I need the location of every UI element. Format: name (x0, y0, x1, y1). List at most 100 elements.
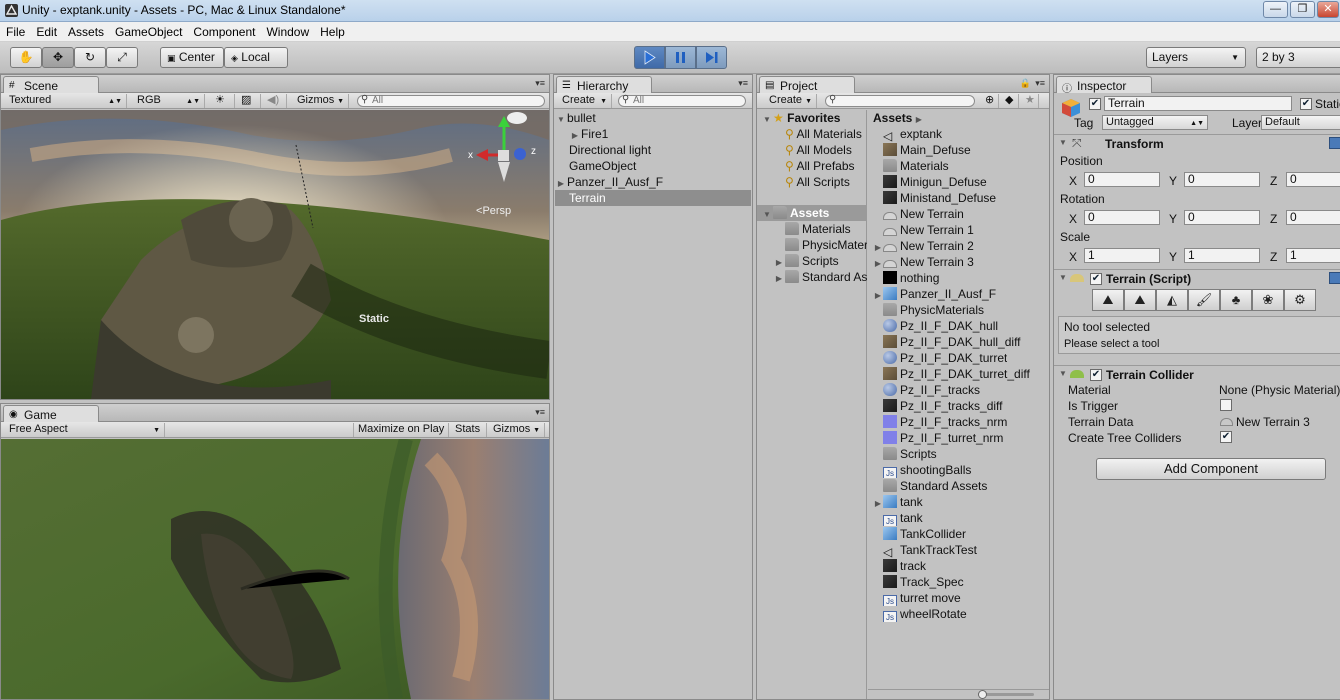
terrain-script-header[interactable]: ▼ ✔ Terrain (Script) (1054, 269, 1340, 287)
favorite-item[interactable]: ⚲ All Materials (785, 126, 867, 142)
stats-toggle[interactable]: Stats (451, 423, 487, 437)
terrain-data-value[interactable]: New Terrain 3 (1236, 415, 1310, 429)
layer-dropdown[interactable]: Default (1261, 115, 1340, 130)
layers-dropdown[interactable]: Layers ▼ (1146, 47, 1246, 68)
panel-menu-icon[interactable]: ▾≡ (738, 78, 748, 89)
menu-assets[interactable]: Assets (62, 22, 109, 39)
asset-item[interactable]: Track_Spec (873, 574, 964, 590)
lighting-toggle[interactable]: ☀ (211, 94, 235, 108)
hierarchy-item[interactable]: ▶ Fire1 (555, 126, 751, 142)
aspect-dropdown[interactable]: Free Aspect ▼ (5, 423, 165, 437)
asset-item[interactable]: Js shootingBalls (873, 462, 971, 478)
asset-item[interactable]: nothing (873, 270, 939, 286)
pause-button[interactable] (665, 46, 696, 69)
slider-thumb[interactable] (978, 690, 987, 699)
move-tool-button[interactable]: ✥ (42, 47, 74, 68)
maximize-on-play-toggle[interactable]: Maximize on Play (353, 423, 449, 437)
collapsed-triangle-icon[interactable]: ▶ (873, 240, 883, 254)
menu-file[interactable]: File (0, 22, 30, 39)
asset-item[interactable]: Pz_II_F_DAK_hull (873, 318, 998, 334)
place-trees-button[interactable]: ♣ (1220, 289, 1252, 311)
asset-item[interactable]: Js tank (873, 510, 923, 526)
asset-item[interactable]: ◁ TankTrackTest (873, 542, 977, 558)
add-component-button[interactable]: Add Component (1096, 458, 1326, 480)
expanded-triangle-icon[interactable]: ▼ (761, 207, 773, 221)
panel-menu-icon[interactable]: ▾≡ (535, 407, 545, 418)
scene-gizmos-dropdown[interactable]: Gizmos ▼ (293, 94, 349, 108)
asset-item[interactable]: Pz_II_F_tracks_nrm (873, 414, 1007, 430)
tag-dropdown[interactable]: Untagged ▲▼ (1102, 115, 1208, 130)
position-y-field[interactable]: 0 (1184, 172, 1260, 187)
tab-project[interactable]: ▤ Project (759, 76, 855, 93)
game-viewport[interactable] (1, 439, 549, 699)
asset-item[interactable]: ▶ Panzer_II_Ausf_F (873, 286, 996, 302)
rotation-z-field[interactable]: 0 (1286, 210, 1340, 225)
asset-item[interactable]: Materials (873, 158, 949, 174)
asset-item[interactable]: track (873, 558, 926, 574)
asset-item[interactable]: Scripts (873, 446, 937, 462)
image-toggle[interactable]: ▨ (237, 94, 261, 108)
rotate-tool-button[interactable]: ↻ (74, 47, 106, 68)
asset-item[interactable]: Standard Assets (873, 478, 987, 494)
hierarchy-item-selected[interactable]: Terrain (555, 190, 751, 206)
asset-item[interactable]: Js turret move (873, 590, 961, 606)
asset-item[interactable]: ◁ exptank (873, 126, 942, 142)
tab-hierarchy[interactable]: ☰ Hierarchy (556, 76, 652, 93)
audio-toggle[interactable]: ◀) (263, 94, 287, 108)
menu-help[interactable]: Help (314, 22, 350, 39)
menu-window[interactable]: Window (260, 22, 314, 39)
terrain-script-enabled-checkbox[interactable]: ✔ (1090, 273, 1102, 285)
asset-item[interactable]: PhysicMaterials (873, 302, 984, 318)
smooth-height-button[interactable]: ◭ (1156, 289, 1188, 311)
asset-item[interactable]: Pz_II_F_DAK_hull_diff (873, 334, 1021, 350)
position-z-field[interactable]: 0 (1286, 172, 1340, 187)
filter-label-button[interactable]: ◆ (1001, 94, 1019, 108)
hand-tool-button[interactable]: ✋ (10, 47, 42, 68)
tab-game[interactable]: ◉ Game (3, 405, 99, 422)
transform-header[interactable]: ▼ ⤧ Transform (1054, 134, 1340, 152)
help-book-icon[interactable] (1329, 272, 1340, 284)
project-create-dropdown[interactable]: Create ▼ (765, 94, 817, 108)
asset-item[interactable]: ▶ New Terrain 3 (873, 254, 974, 270)
expanded-triangle-icon[interactable]: ▼ (1057, 369, 1069, 378)
menu-gameobject[interactable]: GameObject (109, 22, 187, 39)
tree-folder[interactable]: ▶ Scripts (773, 253, 867, 269)
tab-scene[interactable]: # Scene (3, 76, 99, 93)
terrain-settings-button[interactable]: ⚙ (1284, 289, 1316, 311)
hierarchy-item[interactable]: Directional light (555, 142, 751, 158)
step-button[interactable] (696, 46, 727, 69)
tree-folder[interactable]: Materials (785, 221, 867, 237)
scene-search-input[interactable]: All (357, 95, 545, 107)
scale-tool-button[interactable]: ⤢ (106, 47, 138, 68)
assets-tree-root[interactable]: ▼ Assets (757, 205, 867, 221)
paint-height-button[interactable]: ⛰ (1124, 289, 1156, 311)
help-book-icon[interactable] (1329, 137, 1340, 149)
asset-item[interactable]: Pz_II_F_turret_nrm (873, 430, 1003, 446)
render-mode-dropdown[interactable]: Textured ▲▼ (5, 94, 127, 108)
maximize-button[interactable]: ❐ (1290, 1, 1315, 18)
favorite-item[interactable]: ⚲ All Models (785, 142, 867, 158)
asset-item[interactable]: TankCollider (873, 526, 966, 542)
collapsed-triangle-icon[interactable]: ▶ (873, 256, 883, 270)
filter-type-button[interactable]: ⊕ (981, 94, 999, 108)
minimize-button[interactable]: — (1263, 1, 1288, 18)
game-gizmos-dropdown[interactable]: Gizmos ▼ (489, 423, 545, 437)
menu-edit[interactable]: Edit (30, 22, 62, 39)
hierarchy-create-dropdown[interactable]: Create ▼ (558, 94, 612, 108)
static-checkbox[interactable]: ✔ (1300, 98, 1312, 110)
favorite-button[interactable]: ★ (1021, 94, 1039, 108)
scale-y-field[interactable]: 1 (1184, 248, 1260, 263)
asset-item[interactable]: Pz_II_F_DAK_turret (873, 350, 1007, 366)
expanded-triangle-icon[interactable]: ▼ (1057, 138, 1069, 147)
hierarchy-search-input[interactable]: All (618, 95, 746, 107)
hierarchy-item[interactable]: ▼ bullet (555, 110, 751, 126)
persp-label[interactable]: <Persp (476, 205, 511, 217)
tab-inspector[interactable]: ⓘ Inspector (1056, 76, 1152, 95)
expanded-triangle-icon[interactable]: ▼ (761, 112, 773, 126)
pivot-center-button[interactable]: ▣ Center (160, 47, 224, 68)
scale-z-field[interactable]: 1 (1286, 248, 1340, 263)
asset-item[interactable]: Js wheelRotate (873, 606, 967, 622)
project-search-input[interactable] (825, 95, 975, 107)
favorite-item[interactable]: ⚲ All Scripts (785, 174, 867, 190)
asset-item[interactable]: New Terrain 1 (873, 222, 974, 238)
